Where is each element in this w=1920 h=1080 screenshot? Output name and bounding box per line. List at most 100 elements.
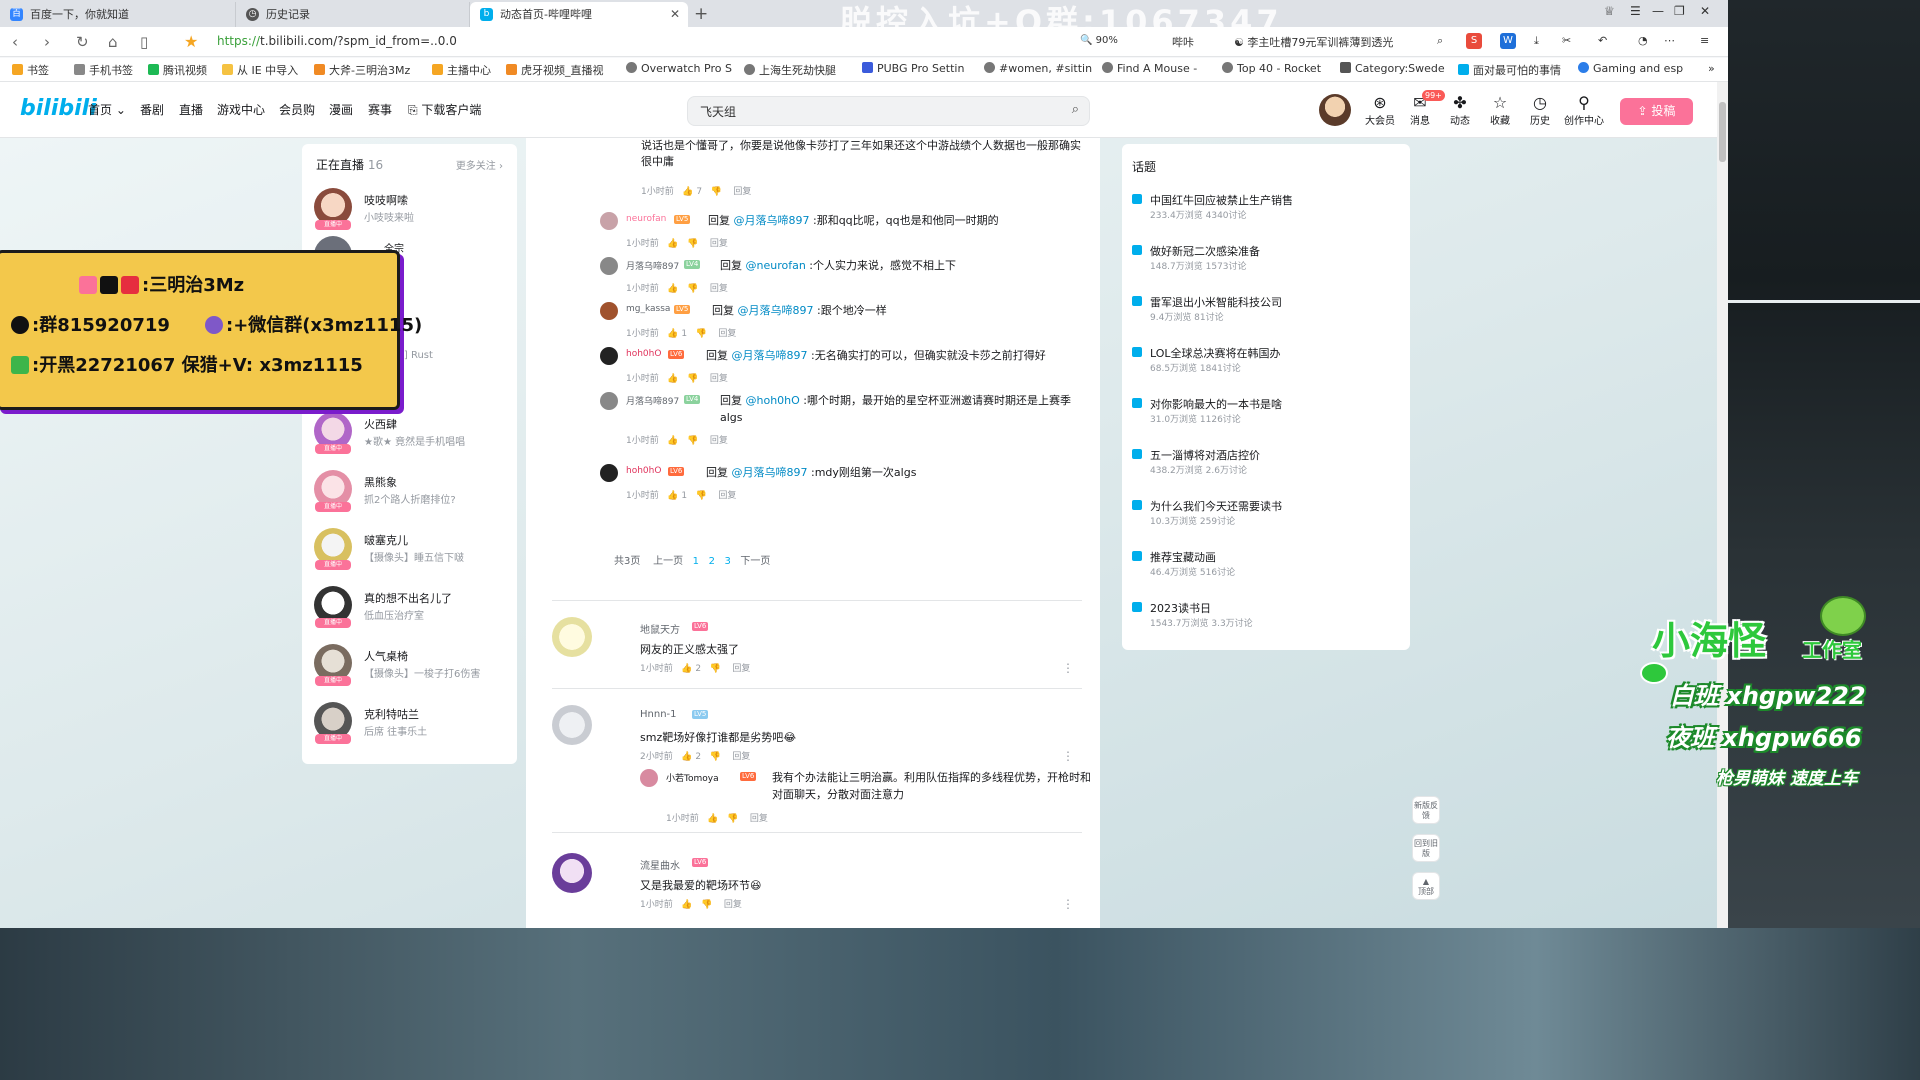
- live-item[interactable]: 直播中 火西肆 ★歌★ 竟然是手机唱唱: [314, 412, 509, 458]
- dislike-icon[interactable]: 👎: [710, 664, 721, 674]
- like-icon[interactable]: 👍: [667, 374, 678, 384]
- more-bookmarks-icon[interactable]: »: [1708, 62, 1715, 75]
- avatar[interactable]: [552, 705, 592, 745]
- old-version-button[interactable]: 回到旧版: [1412, 834, 1440, 862]
- search-input[interactable]: [700, 102, 1040, 120]
- bookmark-item[interactable]: Gaming and esp: [1578, 62, 1683, 75]
- dislike-icon[interactable]: 👎: [701, 900, 712, 910]
- avatar[interactable]: [600, 392, 618, 410]
- hamburger-icon[interactable]: ≡: [1700, 34, 1709, 47]
- like-icon[interactable]: 👍: [667, 329, 678, 339]
- bilibili-logo[interactable]: bilibili: [20, 96, 97, 121]
- tab-bilibili[interactable]: b 动态首页-哔哩哔哩 ✕: [470, 2, 688, 27]
- like-icon[interactable]: 👍: [667, 436, 678, 446]
- bookmark-item[interactable]: Find A Mouse -: [1102, 62, 1197, 75]
- reply-author[interactable]: hoh0hO: [626, 349, 661, 359]
- avatar[interactable]: [640, 769, 658, 787]
- more-follows-link[interactable]: 更多关注 ›: [456, 157, 503, 172]
- reply-button[interactable]: 回复: [750, 814, 768, 824]
- bookmark-item[interactable]: #women, #sittin: [984, 62, 1092, 75]
- feedback-button[interactable]: 新版反馈: [1412, 796, 1440, 824]
- reply-button[interactable]: 回复: [710, 239, 728, 249]
- dislike-icon[interactable]: 👎: [687, 284, 698, 294]
- favorite-star-icon[interactable]: ★: [184, 32, 198, 51]
- nav-mall[interactable]: 会员购: [279, 101, 315, 118]
- like-icon[interactable]: 👍: [681, 900, 692, 910]
- reply-author[interactable]: hoh0hO: [626, 466, 661, 476]
- header-dynamic[interactable]: ✤ 动态: [1442, 94, 1478, 128]
- upload-button[interactable]: ⇪ 投稿: [1620, 98, 1693, 125]
- forward-icon[interactable]: ›: [44, 32, 50, 52]
- reader-icon[interactable]: ▯: [140, 32, 148, 52]
- hot-news-link[interactable]: ☯ 李主吐槽79元军训裤薄到透光: [1234, 34, 1393, 50]
- like-icon[interactable]: 👍: [667, 491, 678, 501]
- dislike-icon[interactable]: 👎: [687, 374, 698, 384]
- extension-icon[interactable]: W: [1500, 33, 1516, 49]
- header-message[interactable]: ✉ 99+ 消息: [1402, 90, 1445, 127]
- bookmark-item[interactable]: Overwatch Pro S: [626, 62, 732, 75]
- download-icon[interactable]: ⤓: [1534, 34, 1539, 48]
- bookmark-item[interactable]: 主播中心: [432, 62, 491, 78]
- reply-button[interactable]: 回复: [724, 900, 742, 910]
- nav-esports[interactable]: 赛事: [368, 101, 392, 118]
- mention-link[interactable]: @月落乌啼897: [734, 214, 810, 227]
- bookmark-item[interactable]: 从 IE 中导入: [222, 62, 298, 78]
- comment-author[interactable]: Hnnn-1: [640, 709, 677, 720]
- address-link[interactable]: 哔咔: [1172, 34, 1194, 50]
- page-link[interactable]: 3: [724, 556, 730, 567]
- zoom-level[interactable]: 🔍 90%: [1080, 35, 1118, 46]
- settings-icon[interactable]: ◔: [1638, 34, 1648, 47]
- bookmark-item[interactable]: 上海生死劫快腿: [744, 62, 836, 78]
- live-item[interactable]: 直播中 啵塞克儿 【摄像头】睡五信下啵: [314, 528, 509, 574]
- mention-link[interactable]: @月落乌啼897: [732, 466, 808, 479]
- dislike-icon[interactable]: 👎: [696, 329, 707, 339]
- comment-author[interactable]: 流星曲水: [640, 857, 680, 872]
- reply-author[interactable]: 月落乌啼897: [626, 394, 679, 407]
- tab-baidu[interactable]: 百 百度一下，你就知道: [0, 2, 236, 27]
- like-icon[interactable]: 👍: [681, 664, 692, 674]
- nav-download-client[interactable]: ⎘ 下载客户端: [408, 101, 481, 118]
- nav-home[interactable]: 首页 ⌄: [88, 101, 126, 118]
- dislike-icon[interactable]: 👎: [711, 187, 722, 197]
- bookmark-item[interactable]: 手机书签: [74, 62, 133, 78]
- bookmark-item[interactable]: 虎牙视频_直播视: [506, 62, 604, 78]
- header-history[interactable]: ◷ 历史: [1522, 94, 1558, 128]
- mention-link[interactable]: @hoh0hO: [746, 394, 800, 407]
- more-options-icon[interactable]: ⋮: [1062, 897, 1074, 911]
- avatar[interactable]: [600, 464, 618, 482]
- shirt-icon[interactable]: ♕: [1604, 4, 1615, 18]
- bookmark-item[interactable]: 面对最可怕的事情: [1458, 62, 1561, 78]
- page-link[interactable]: 1: [693, 556, 699, 567]
- dislike-icon[interactable]: 👎: [727, 814, 738, 824]
- bookmark-item[interactable]: 腾讯视频: [148, 62, 207, 78]
- nav-live[interactable]: 直播: [179, 101, 203, 118]
- bookmark-item[interactable]: Top 40 - Rocket: [1222, 62, 1321, 75]
- dislike-icon[interactable]: 👎: [687, 239, 698, 249]
- bookmark-item[interactable]: Category:Swede: [1340, 62, 1445, 75]
- more-options-icon[interactable]: ⋮: [1062, 749, 1074, 763]
- bookmark-item[interactable]: PUBG Pro Settin: [862, 62, 964, 75]
- nav-game-center[interactable]: 游戏中心: [217, 101, 265, 118]
- bookmark-item[interactable]: 大斧-三明治3Mz: [314, 62, 410, 78]
- scroll-thumb[interactable]: [1719, 102, 1726, 162]
- live-item[interactable]: 直播中 吱吱啊嗦 小吱吱来啦: [314, 188, 509, 234]
- search-icon[interactable]: ⌕: [1072, 102, 1079, 117]
- comment-author[interactable]: 地鼠天方: [640, 621, 680, 636]
- dislike-icon[interactable]: 👎: [696, 491, 707, 501]
- more-options-icon[interactable]: ⋮: [1062, 661, 1074, 675]
- like-icon[interactable]: 👍: [681, 752, 692, 762]
- close-icon[interactable]: ✕: [670, 2, 680, 27]
- back-to-top-button[interactable]: ▲ 顶部: [1412, 872, 1440, 900]
- live-item[interactable]: 直播中 克利特咕兰 后席 往事乐土: [314, 702, 509, 748]
- page-link[interactable]: 2: [709, 556, 715, 567]
- menu-icon[interactable]: ☰: [1630, 4, 1641, 18]
- avatar[interactable]: [600, 347, 618, 365]
- minimize-icon[interactable]: —: [1652, 4, 1664, 18]
- extension-icon[interactable]: S: [1466, 33, 1482, 49]
- like-icon[interactable]: 👍: [667, 284, 678, 294]
- live-item[interactable]: 直播中 黑熊象 抓2个路人折磨排位?: [314, 470, 509, 516]
- header-vip[interactable]: ⊛ 大会员: [1362, 94, 1398, 128]
- reply-author[interactable]: 小若Tomoya: [666, 771, 719, 784]
- mention-link[interactable]: @neurofan: [746, 259, 806, 272]
- url-field[interactable]: https://t.bilibili.com/?spm_id_from=..0.…: [217, 34, 457, 48]
